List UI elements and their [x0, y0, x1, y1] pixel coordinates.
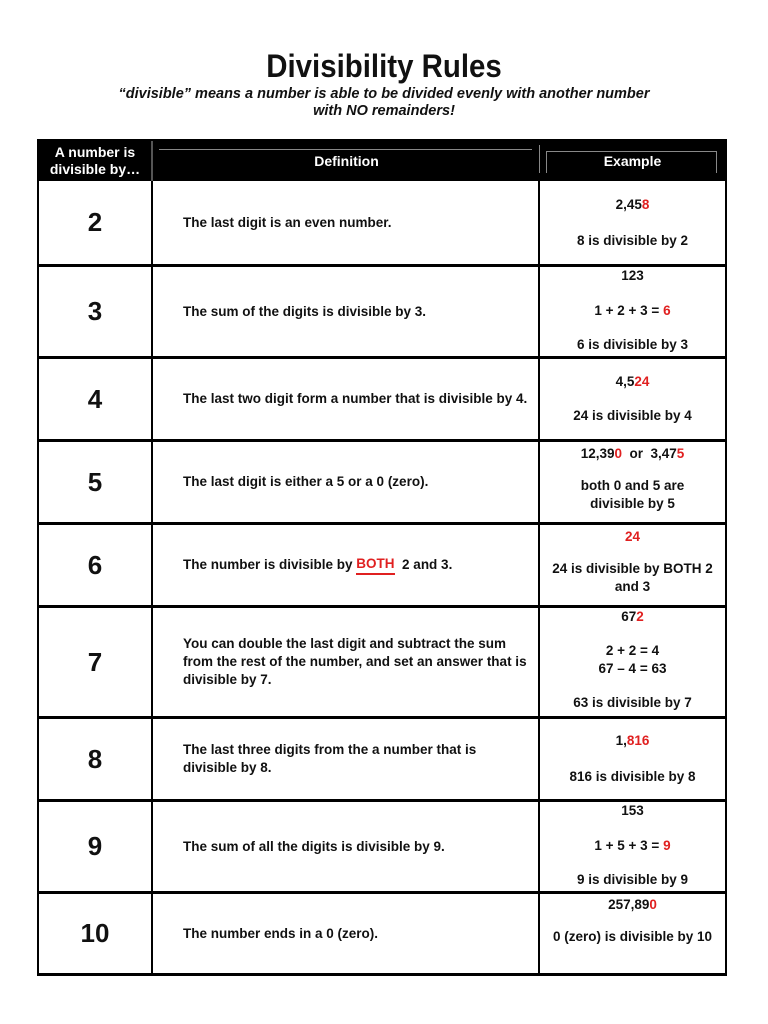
rule-definition: The number ends in a 0 (zero). — [153, 894, 540, 973]
rule-example: 12,390 or 3,475 both 0 and 5 are divisib… — [540, 442, 725, 522]
rule-definition: The last two digit form a number that is… — [153, 359, 540, 439]
rule-example: 24 24 is divisible by BOTH 2 and 3 — [540, 525, 725, 605]
example-number: 1,816 — [615, 733, 650, 748]
example-sum: 1 + 5 + 3 = 9 — [594, 837, 671, 853]
example-step-1: 2 + 2 = 4 — [605, 643, 660, 658]
example-explanation: 6 is divisible by 3 — [576, 337, 689, 352]
divisor-number: 2 — [39, 181, 153, 264]
rule-definition: The last digit is either a 5 or a 0 (zer… — [153, 442, 540, 522]
rule-definition: The number is divisible by BOTH 2 and 3. — [153, 525, 540, 605]
divisor-number: 3 — [39, 267, 153, 356]
table-row: 7 You can double the last digit and subt… — [39, 605, 725, 716]
example-number: 153 — [621, 803, 644, 818]
table-row: 9 The sum of all the digits is divisible… — [39, 799, 725, 891]
divisor-number: 10 — [39, 894, 153, 973]
rule-example: 257,890 0 (zero) is divisible by 10 — [540, 894, 725, 973]
example-explanation: 24 is divisible by 4 — [573, 408, 692, 423]
subtitle-line-2: with NO remainders! — [313, 103, 455, 119]
example-number: 2,458 — [615, 196, 650, 212]
rule-example: 123 1 + 2 + 3 = 6 6 is divisible by 3 — [540, 267, 725, 356]
rule-example: 672 2 + 2 = 4 67 – 4 = 63 63 is divisibl… — [540, 608, 725, 716]
rule-definition: The last digit is an even number. — [153, 181, 540, 264]
example-explanation: 24 is divisible by BOTH 2 and 3 — [552, 561, 713, 594]
divisor-number: 9 — [39, 802, 153, 891]
column-header-number: A number is divisible by… — [39, 141, 153, 181]
column-header-example: Example — [540, 141, 725, 181]
example-explanation: both 0 and 5 are divisible by 5 — [580, 478, 685, 511]
rule-example: 153 1 + 5 + 3 = 9 9 is divisible by 9 — [540, 802, 725, 891]
table-row: 5 The last digit is either a 5 or a 0 (z… — [39, 439, 725, 522]
example-step-2: 67 – 4 = 63 — [598, 661, 667, 676]
example-explanation: 0 (zero) is divisible by 10 — [552, 929, 713, 944]
table-row: 8 The last three digits from the a numbe… — [39, 716, 725, 799]
example-explanation: 816 is divisible by 8 — [569, 769, 696, 784]
divisor-number: 8 — [39, 719, 153, 799]
table-row: 10 The number ends in a 0 (zero). 257,89… — [39, 891, 725, 973]
divisibility-table: A number is divisible by… Definition Exa… — [37, 139, 727, 976]
rule-example: 2,458 8 is divisible by 2 — [540, 181, 725, 264]
example-number: 123 — [621, 268, 644, 283]
example-number: 672 — [621, 609, 644, 624]
divisor-number: 6 — [39, 525, 153, 605]
example-explanation: 9 is divisible by 9 — [576, 872, 689, 887]
rule-definition: The sum of the digits is divisible by 3. — [153, 267, 540, 356]
example-number: 257,890 — [608, 897, 657, 912]
table-row: 6 The number is divisible by BOTH 2 and … — [39, 522, 725, 605]
example-sum: 1 + 2 + 3 = 6 — [594, 302, 671, 318]
rule-definition: The sum of all the digits is divisible b… — [153, 802, 540, 891]
rule-definition: You can double the last digit and subtra… — [153, 608, 540, 716]
example-numbers: 12,390 or 3,475 — [580, 446, 685, 461]
example-steps: 2 + 2 = 4 67 – 4 = 63 — [599, 642, 667, 678]
rule-example: 1,816 816 is divisible by 8 — [540, 719, 725, 799]
rule-definition: The last three digits from the a number … — [153, 719, 540, 799]
example-number: 4,524 — [615, 374, 650, 389]
divisor-number: 4 — [39, 359, 153, 439]
table-row: 3 The sum of the digits is divisible by … — [39, 264, 725, 356]
example-explanation: 63 is divisible by 7 — [573, 695, 692, 710]
column-header-definition: Definition — [153, 141, 540, 181]
table-header: A number is divisible by… Definition Exa… — [39, 141, 725, 181]
page-title: Divisibility Rules — [266, 48, 502, 84]
divisor-number: 5 — [39, 442, 153, 522]
example-explanation: 8 is divisible by 2 — [576, 232, 689, 248]
subtitle-line-1: “divisible” means a number is able to be… — [118, 86, 650, 102]
table-row: 2 The last digit is an even number. 2,45… — [39, 181, 725, 264]
table-row: 4 The last two digit form a number that … — [39, 356, 725, 439]
example-number: 24 — [624, 529, 641, 544]
rule-example: 4,524 24 is divisible by 4 — [540, 359, 725, 439]
divisor-number: 7 — [39, 608, 153, 716]
page-subtitle: “divisible” means a number is able to be… — [0, 86, 768, 120]
emphasis-both: BOTH — [356, 555, 395, 575]
